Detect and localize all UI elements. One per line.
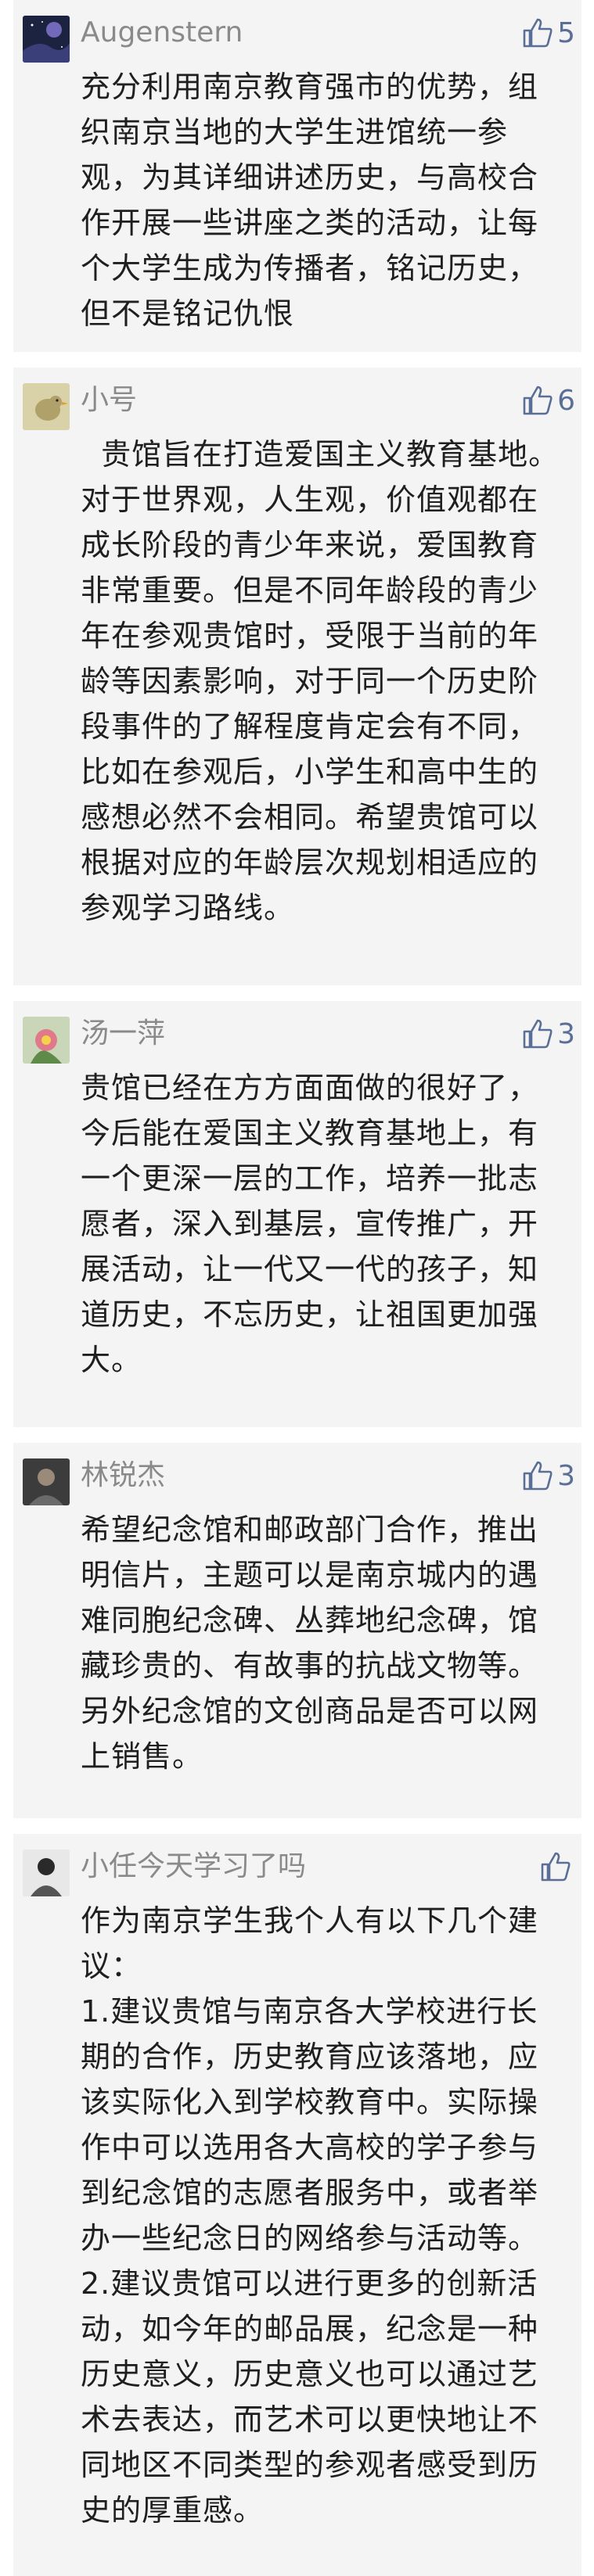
comment-text: 希望纪念馆和邮政部门合作，推出明信片，主题可以是南京城内的遇难同胞纪念碑、丛葬地…: [81, 1512, 539, 1774]
comment-card: Augenstern 5 充分利用南京教育强市的优势，组织南京当地的大学生进馆统…: [13, 0, 581, 352]
like-count: 6: [557, 384, 575, 417]
thumbs-up-icon: [521, 1459, 554, 1492]
avatar[interactable]: [23, 1458, 70, 1505]
like-count: 5: [557, 16, 575, 49]
comment-text: 贵馆旨在打造爱国主义教育基地。对于世界观，人生观，价值观都在成长阶段的青少年来说…: [81, 437, 560, 925]
avatar[interactable]: [23, 16, 70, 63]
username[interactable]: 小号: [81, 382, 137, 419]
username[interactable]: 汤一萍: [81, 1015, 165, 1053]
thumbs-up-icon: [521, 384, 554, 417]
comment-text: 充分利用南京教育强市的优势，组织南京当地的大学生进馆统一参观，为其详细讲述历史，…: [81, 70, 539, 331]
comment-card: 汤一萍 3 贵馆已经在方方面面做的很好了，今后能在爱国主义教育基地上，有一个更深…: [13, 1001, 581, 1427]
like-button[interactable]: 6: [521, 382, 575, 419]
avatar[interactable]: [23, 1849, 70, 1896]
like-count: 3: [557, 1017, 575, 1050]
avatar[interactable]: [23, 1017, 70, 1064]
username[interactable]: 小任今天学习了吗: [81, 1848, 306, 1885]
like-button[interactable]: 3: [521, 1457, 575, 1494]
comment-text: 贵馆已经在方方面面做的很好了，今后能在爱国主义教育基地上，有一个更深一层的工作，…: [81, 1071, 539, 1377]
comment-card: 林锐杰 3 希望纪念馆和邮政部门合作，推出明信片，主题可以是南京城内的遇难同胞纪…: [13, 1443, 581, 1818]
username[interactable]: 林锐杰: [81, 1457, 165, 1494]
thumbs-up-icon: [539, 1850, 572, 1883]
thumbs-up-icon: [521, 1017, 554, 1050]
comment-text: 作为南京学生我个人有以下几个建议： 1.建议贵馆与南京各大学校进行长期的合作，历…: [81, 1903, 539, 2528]
like-button[interactable]: 3: [521, 1015, 575, 1053]
like-count: 3: [557, 1459, 575, 1492]
comment-card: 小任今天学习了吗 作为南京学生我个人有以下几个建议： 1.建议贵馆与南京各大学校…: [13, 1834, 581, 2576]
like-button[interactable]: [539, 1848, 575, 1885]
comment-card: 小号 6 贵馆旨在打造爱国主义教育基地。对于世界观，人生观，价值观都在成长阶段的…: [13, 368, 581, 985]
like-button[interactable]: 5: [521, 14, 575, 52]
thumbs-up-icon: [521, 16, 554, 49]
username[interactable]: Augenstern: [81, 14, 243, 52]
avatar[interactable]: [23, 383, 70, 430]
